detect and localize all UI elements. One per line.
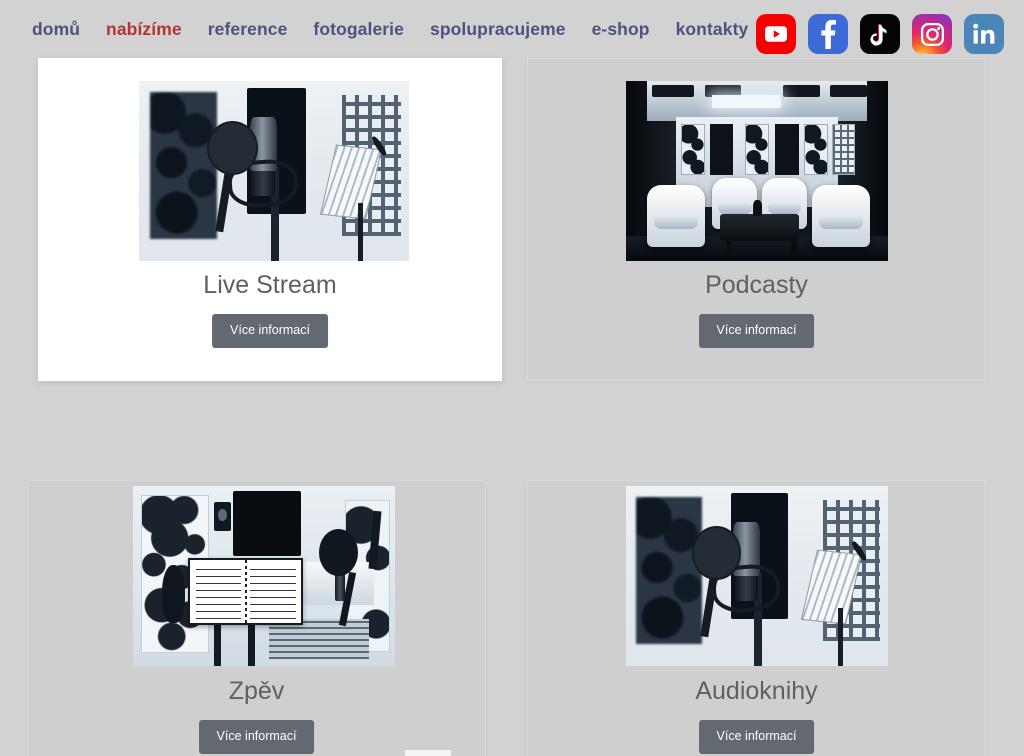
more-info-button[interactable]: Více informací — [698, 720, 815, 754]
podcast-lounge-image — [626, 81, 888, 261]
service-card-podcasty[interactable]: Podcasty Více informací — [527, 58, 986, 381]
social-links — [756, 14, 1004, 54]
service-card-zpev[interactable]: Zpěv Více informací — [27, 480, 486, 756]
card-photo-zpev — [133, 486, 395, 666]
studio-microphone-image — [626, 486, 888, 666]
youtube-icon[interactable] — [756, 14, 796, 54]
card-title: Zpěv — [228, 677, 285, 705]
service-card-audioknihy[interactable]: Audioknihy Více informací — [527, 480, 986, 756]
card-photo-audioknihy — [626, 486, 888, 666]
next-row-card-edge — [405, 750, 451, 756]
more-info-button[interactable]: Více informací — [198, 720, 315, 754]
nav-item-e-shop[interactable]: e-shop — [592, 19, 650, 40]
facebook-icon[interactable] — [808, 14, 848, 54]
linkedin-icon[interactable] — [964, 14, 1004, 54]
nav-item-spolupracujeme[interactable]: spolupracujeme — [430, 19, 566, 40]
nav-item-kontakty[interactable]: kontakty — [676, 19, 749, 40]
service-card-live-stream[interactable]: Live Stream Více informací — [38, 58, 502, 381]
studio-microphone-image — [139, 81, 409, 261]
nav-item-fotogalerie[interactable]: fotogalerie — [313, 19, 404, 40]
card-title: Podcasty — [705, 271, 808, 299]
card-photo-podcasty — [626, 81, 888, 261]
card-title: Live Stream — [203, 271, 337, 299]
card-photo-live-stream — [139, 81, 409, 261]
sheet-music-studio-image — [133, 486, 395, 666]
page-root: domů nabízíme reference fotogalerie spol… — [0, 0, 1024, 756]
site-header: domů nabízíme reference fotogalerie spol… — [0, 0, 1024, 58]
nav-item-nabizime[interactable]: nabízíme — [106, 19, 182, 40]
card-title: Audioknihy — [695, 677, 818, 705]
main-navigation: domů nabízíme reference fotogalerie spol… — [32, 19, 748, 40]
more-info-button[interactable]: Více informací — [212, 314, 328, 348]
more-info-button[interactable]: Více informací — [698, 314, 815, 348]
nav-item-reference[interactable]: reference — [208, 19, 288, 40]
instagram-icon[interactable] — [912, 14, 952, 54]
nav-item-domu[interactable]: domů — [32, 19, 80, 40]
tiktok-icon[interactable] — [860, 14, 900, 54]
